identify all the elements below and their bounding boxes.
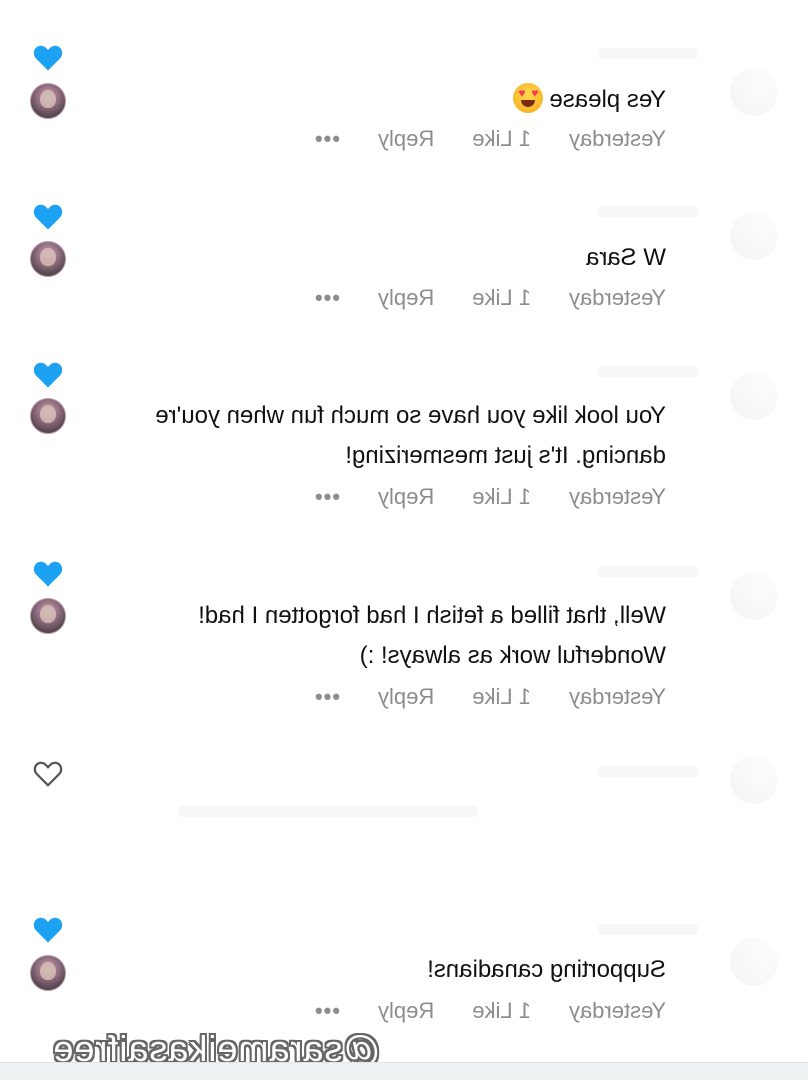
more-options-icon[interactable]: ••• bbox=[314, 998, 340, 1024]
creator-like-avatar bbox=[30, 83, 66, 119]
heart-icon[interactable] bbox=[33, 361, 63, 389]
heart-icon[interactable] bbox=[33, 560, 63, 588]
heart-eyes-emoji bbox=[513, 83, 544, 113]
more-options-icon[interactable]: ••• bbox=[314, 684, 340, 710]
heart-outline-icon[interactable] bbox=[33, 760, 63, 788]
bottom-bar bbox=[0, 1062, 808, 1080]
commenter-avatar[interactable] bbox=[730, 212, 778, 260]
commenter-avatar[interactable] bbox=[730, 68, 778, 116]
comment-text: W Sara bbox=[585, 244, 666, 271]
more-options-icon[interactable]: ••• bbox=[314, 285, 340, 311]
commenter-name[interactable] bbox=[598, 366, 698, 377]
heart-icon[interactable] bbox=[33, 916, 63, 944]
comment-meta: Yesterday 1 Like Reply ••• bbox=[314, 998, 666, 1024]
creator-like-avatar bbox=[30, 598, 66, 634]
heart-icon[interactable] bbox=[33, 203, 63, 231]
commenter-name[interactable] bbox=[598, 48, 698, 59]
commenter-name[interactable] bbox=[598, 924, 698, 935]
creator-like-avatar bbox=[30, 398, 66, 434]
comment-text: Yes please bbox=[106, 80, 666, 120]
reply-button[interactable]: Reply bbox=[378, 484, 434, 510]
commenter-avatar[interactable] bbox=[730, 756, 778, 804]
comment-time: Yesterday bbox=[568, 126, 666, 151]
reply-button[interactable]: Reply bbox=[378, 285, 434, 311]
comment-time: Yesterday bbox=[568, 998, 666, 1023]
heart-icon[interactable] bbox=[33, 44, 63, 72]
comment-time: Yesterday bbox=[568, 484, 666, 509]
creator-like-avatar bbox=[30, 241, 66, 277]
commenter-avatar[interactable] bbox=[730, 938, 778, 986]
commenter-avatar[interactable] bbox=[730, 372, 778, 420]
commenter-name[interactable] bbox=[598, 566, 698, 577]
reply-button[interactable]: Reply bbox=[378, 998, 434, 1024]
comment-meta: Yesterday 1 Like Reply ••• bbox=[314, 285, 666, 311]
comment-like-count[interactable]: 1 Like bbox=[472, 998, 531, 1024]
comment-time: Yesterday bbox=[568, 285, 666, 310]
comment-like-count[interactable]: 1 Like bbox=[472, 126, 531, 152]
comments-list: Yes please Yesterday 1 Like Reply ••• W Sar… bbox=[0, 0, 808, 1079]
more-options-icon[interactable]: ••• bbox=[314, 484, 340, 510]
comment-text: Well, that filled a fetish I had forgott… bbox=[198, 602, 666, 669]
more-options-icon[interactable]: ••• bbox=[314, 126, 340, 152]
commenter-name[interactable] bbox=[598, 206, 698, 217]
reply-button[interactable]: Reply bbox=[378, 684, 434, 710]
commenter-name[interactable] bbox=[598, 766, 698, 777]
comment-like-count[interactable]: 1 Like bbox=[472, 684, 531, 710]
reply-button[interactable]: Reply bbox=[378, 126, 434, 152]
comment-text-placeholder bbox=[178, 806, 478, 817]
comment-meta: Yesterday 1 Like Reply ••• bbox=[314, 484, 666, 510]
comment-meta: Yesterday 1 Like Reply ••• bbox=[314, 126, 666, 152]
comment-text-body: Yes please bbox=[549, 86, 666, 113]
comment-meta: Yesterday 1 Like Reply ••• bbox=[314, 684, 666, 710]
comment-text: You look like you have so much fun when … bbox=[155, 402, 666, 469]
comment-like-count[interactable]: 1 Like bbox=[472, 285, 531, 311]
comment-time: Yesterday bbox=[568, 684, 666, 709]
comment-like-count[interactable]: 1 Like bbox=[472, 484, 531, 510]
commenter-avatar[interactable] bbox=[730, 572, 778, 620]
comment-text: Supporting canadians! bbox=[427, 956, 666, 983]
creator-like-avatar bbox=[30, 955, 66, 991]
